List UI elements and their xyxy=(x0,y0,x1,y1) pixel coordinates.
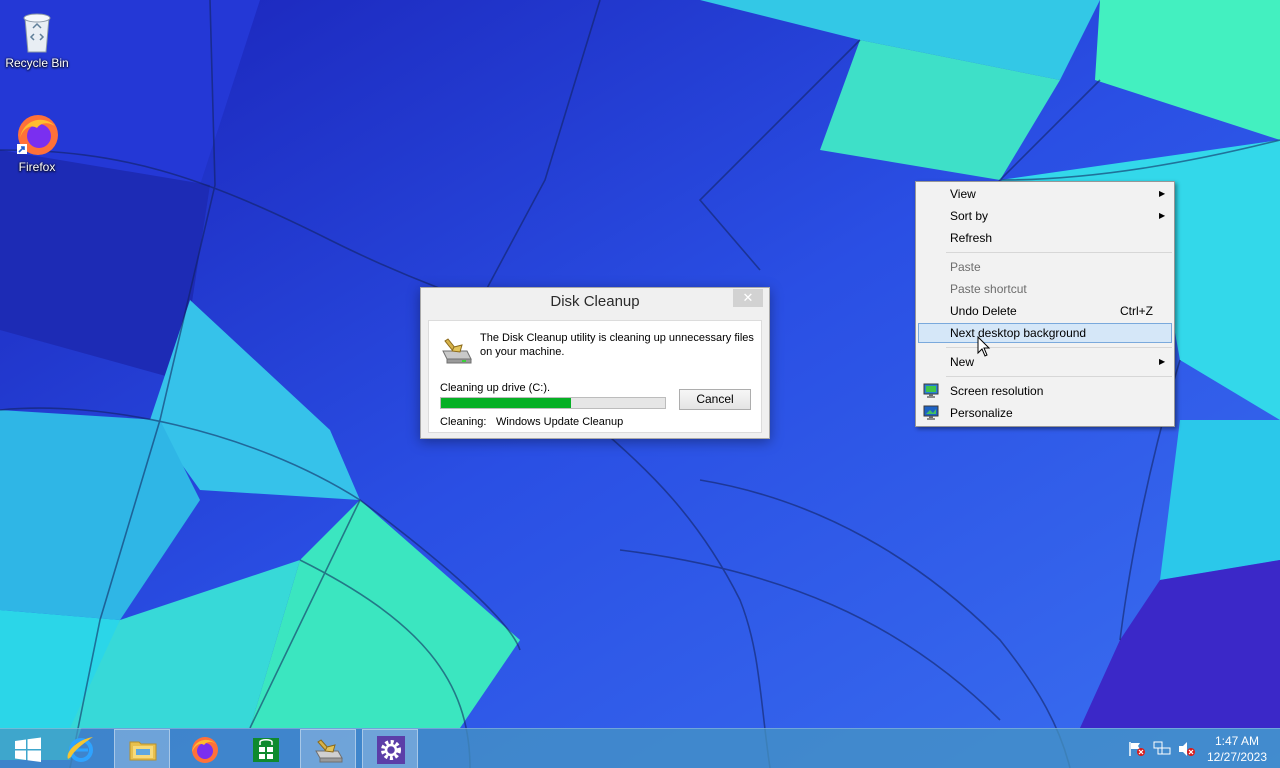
firefox-icon xyxy=(13,110,61,158)
desktop[interactable]: Recycle Bin Firefox Disk Cleanup ✕ The D… xyxy=(0,0,1280,768)
menu-item-label: View xyxy=(950,187,976,201)
disk-cleanup-taskbar-button[interactable] xyxy=(300,729,356,768)
cleaning-label: Cleaning: xyxy=(440,416,487,428)
menu-item-label: Personalize xyxy=(950,406,1013,420)
recycle-bin-icon xyxy=(13,6,61,54)
disk-cleanup-icon xyxy=(440,335,474,365)
start-button[interactable] xyxy=(0,729,56,768)
menu-item-shortcut: Ctrl+Z xyxy=(1120,304,1153,318)
action-center-flag-icon[interactable] xyxy=(1128,741,1146,757)
internet-explorer-icon xyxy=(67,737,93,762)
clock-time: 1:47 AM xyxy=(1214,734,1260,748)
internet-explorer-button[interactable] xyxy=(53,729,109,768)
menu-item-label: Next desktop background xyxy=(950,326,1087,340)
desktop-icon-recycle-bin[interactable]: Recycle Bin xyxy=(0,6,74,70)
desktop-icon-firefox[interactable]: Firefox xyxy=(0,110,74,174)
folder-icon xyxy=(129,741,157,761)
desktop-context-menu: View ▶ Sort by ▶ Refresh Paste Paste sho… xyxy=(915,181,1175,427)
taskbar-clock[interactable]: 1:47 AM 12/27/2023 xyxy=(1200,733,1274,765)
submenu-arrow-icon: ▶ xyxy=(1159,357,1166,366)
network-icon[interactable] xyxy=(1153,741,1171,757)
menu-item-paste[interactable]: Paste xyxy=(918,257,1172,277)
monitor-icon xyxy=(923,383,939,399)
cleanup-status-text: Cleaning up drive (C:). xyxy=(440,382,551,394)
cancel-button[interactable]: Cancel xyxy=(679,389,751,410)
menu-item-personalize[interactable]: Personalize xyxy=(918,403,1172,423)
menu-item-next-desktop-background[interactable]: Next desktop background xyxy=(918,323,1172,343)
menu-item-refresh[interactable]: Refresh xyxy=(918,228,1172,248)
menu-item-label: Paste xyxy=(950,260,981,274)
menu-item-view[interactable]: View ▶ xyxy=(918,184,1172,204)
menu-item-undo-delete[interactable]: Undo Delete Ctrl+Z xyxy=(918,301,1172,321)
store-button[interactable] xyxy=(238,729,294,768)
dialog-message: The Disk Cleanup utility is cleaning up … xyxy=(480,332,754,358)
cleaning-row: Cleaning: Windows Update Cleanup xyxy=(440,416,623,428)
desktop-icon-label: Recycle Bin xyxy=(5,56,69,70)
menu-item-new[interactable]: New ▶ xyxy=(918,352,1172,372)
file-explorer-button[interactable] xyxy=(114,729,170,768)
menu-item-sort-by[interactable]: Sort by ▶ xyxy=(918,206,1172,226)
menu-item-label: Sort by xyxy=(950,209,989,223)
cleaning-value: Windows Update Cleanup xyxy=(496,416,624,428)
menu-item-label: Refresh xyxy=(950,231,993,245)
personalize-icon xyxy=(923,405,939,421)
menu-item-label: Screen resolution xyxy=(950,384,1044,398)
gear-icon xyxy=(377,736,405,764)
mouse-cursor-icon xyxy=(977,336,991,357)
taskbar: 1:47 AM 12/27/2023 xyxy=(0,728,1280,768)
menu-separator xyxy=(946,252,1172,253)
dialog-body: The Disk Cleanup utility is cleaning up … xyxy=(428,320,762,433)
menu-item-label: New xyxy=(950,355,975,369)
submenu-arrow-icon: ▶ xyxy=(1159,211,1166,220)
dialog-title: Disk Cleanup xyxy=(550,293,640,310)
volume-muted-icon[interactable] xyxy=(1178,741,1196,757)
firefox-icon xyxy=(192,737,218,763)
disk-cleanup-icon xyxy=(315,739,343,763)
progress-bar-fill xyxy=(441,398,571,408)
settings-button[interactable] xyxy=(362,729,418,768)
cleanup-progress-bar xyxy=(440,397,666,409)
submenu-arrow-icon: ▶ xyxy=(1159,189,1166,198)
windows-logo-icon xyxy=(15,737,41,762)
menu-item-label: Paste shortcut xyxy=(950,282,1027,296)
dialog-close-button[interactable]: ✕ xyxy=(733,289,763,307)
firefox-button[interactable] xyxy=(176,729,232,768)
menu-separator xyxy=(946,376,1172,377)
menu-item-paste-shortcut[interactable]: Paste shortcut xyxy=(918,279,1172,299)
clock-date: 12/27/2023 xyxy=(1206,750,1268,764)
desktop-icon-label: Firefox xyxy=(18,160,56,174)
store-icon xyxy=(253,738,279,762)
menu-item-label: Undo Delete xyxy=(950,304,1017,318)
menu-item-screen-resolution[interactable]: Screen resolution xyxy=(918,381,1172,401)
disk-cleanup-dialog: Disk Cleanup ✕ The Disk Cleanup utility … xyxy=(420,287,770,439)
